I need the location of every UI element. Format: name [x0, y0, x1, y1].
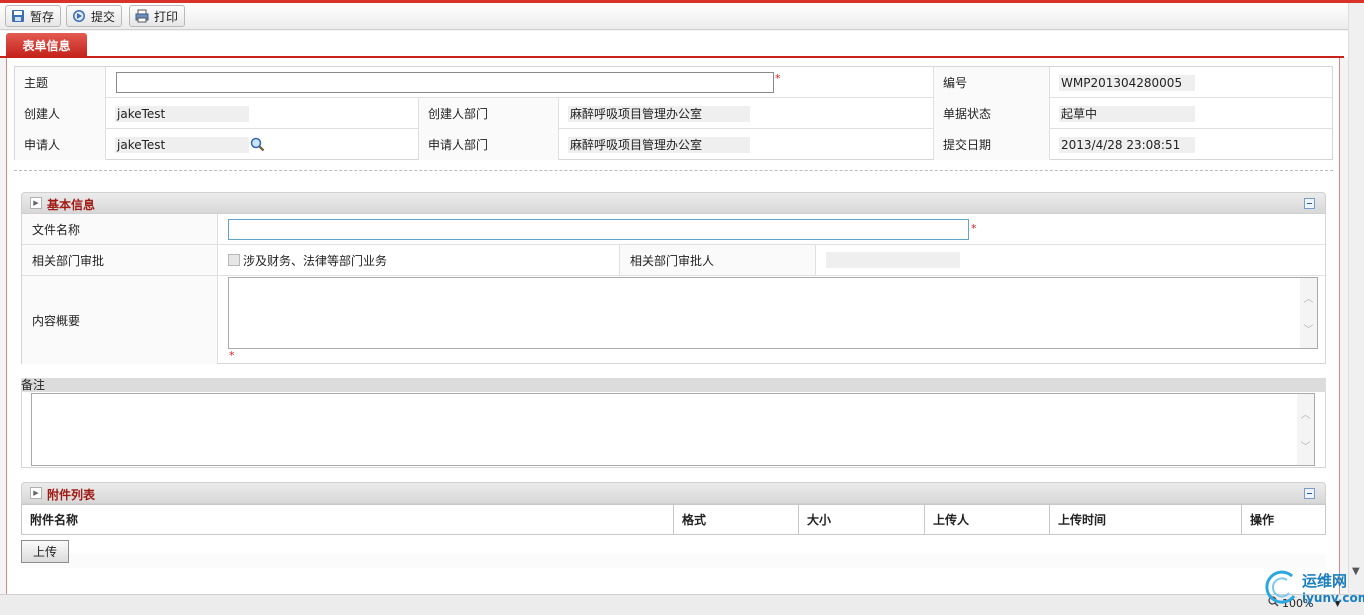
basic-info-title: 基本信息 [47, 198, 96, 212]
scroll-down-icon[interactable]: ﹀ [1304, 321, 1314, 336]
search-icon[interactable] [250, 137, 265, 152]
subject-input[interactable] [116, 72, 774, 93]
summary-textarea[interactable]: ︿ ﹀ [228, 277, 1318, 349]
required-mark: * [775, 72, 781, 85]
tab-form-info[interactable]: 表单信息 [6, 33, 87, 57]
watermark-logo: 运维网 iyunv.com [1262, 568, 1364, 606]
dept-approver-cell [816, 245, 1327, 275]
applicant-dept-value: 麻醉呼吸项目管理办公室 [568, 136, 750, 153]
printer-icon [134, 9, 149, 24]
status-value: 起草中 [1059, 105, 1195, 122]
header-row: 主题 * 编号 WMP201304280005 [15, 67, 1332, 98]
submit-button[interactable]: 提交 [66, 5, 123, 27]
save-draft-label: 暂存 [30, 9, 55, 24]
expand-arrow-icon[interactable]: ▶ [30, 197, 42, 209]
required-mark: * [971, 222, 977, 235]
submit-date-label: 提交日期 [934, 129, 1050, 160]
remark-label: 备注 [21, 378, 1326, 392]
creator-dept-value: 麻醉呼吸项目管理办公室 [568, 105, 750, 122]
dept-approval-checkbox-label: 涉及财务、法律等部门业务 [243, 253, 388, 268]
header-row: 创建人 jakeTest 创建人部门 麻醉呼吸项目管理办公室 单据状态 起草中 [15, 98, 1332, 129]
col-format: 格式 [674, 505, 799, 534]
summary-cell: ︿ ﹀ * [218, 276, 1327, 364]
scroll-up-icon[interactable]: ︿ [1304, 290, 1314, 305]
save-draft-button[interactable]: 暂存 [5, 5, 62, 27]
basic-info-form: 文件名称 * 相关部门审批 涉及财务、法律等部门业务 相关部门审批人 内容概要 [21, 214, 1326, 364]
toolbar: 暂存 提交 打印 [0, 3, 1348, 30]
header-info-table: 主题 * 编号 WMP201304280005 创建人 jakeTest 创建人… [14, 66, 1333, 160]
collapse-icon[interactable] [1304, 488, 1315, 499]
watermark-line1: 运维网 [1302, 571, 1348, 590]
subject-label: 主题 [15, 67, 106, 98]
col-uploader: 上传人 [925, 505, 1050, 534]
form-row: 相关部门审批 涉及财务、法律等部门业务 相关部门审批人 [22, 245, 1325, 276]
save-icon [10, 9, 25, 24]
applicant-dept-label: 申请人部门 [419, 129, 559, 160]
dept-approver-label: 相关部门审批人 [620, 245, 816, 275]
file-name-label: 文件名称 [22, 214, 218, 244]
attachments-panel-header[interactable]: ▶ 附件列表 [21, 482, 1326, 504]
basic-info-panel-header[interactable]: ▶ 基本信息 [21, 192, 1326, 214]
creator-cell: jakeTest [106, 98, 419, 129]
print-button[interactable]: 打印 [129, 5, 186, 27]
submit-date-cell: 2013/4/28 23:08:51 [1050, 129, 1334, 160]
attachments-title: 附件列表 [47, 488, 96, 502]
remark-textarea[interactable]: ︿ ﹀ [31, 393, 1315, 466]
submit-label: 提交 [91, 9, 116, 24]
col-attachment-name: 附件名称 [22, 505, 674, 534]
expand-arrow-icon[interactable]: ▶ [30, 487, 42, 499]
creator-value: jakeTest [115, 105, 249, 122]
upload-button[interactable]: 上传 [21, 540, 69, 563]
form-row: 内容概要 ︿ ﹀ * [22, 276, 1325, 364]
attachments-table-header: 附件名称 格式 大小 上传人 上传时间 操作 [21, 504, 1326, 535]
attachments-footer [21, 554, 1326, 568]
status-cell: 起草中 [1050, 98, 1334, 129]
tab-bar: 表单信息 [0, 31, 1348, 57]
form-content: 主题 * 编号 WMP201304280005 创建人 jakeTest 创建人… [6, 58, 1340, 595]
submit-icon [71, 9, 86, 24]
applicant-dept-cell: 麻醉呼吸项目管理办公室 [559, 129, 934, 160]
file-name-cell: * [218, 214, 1327, 244]
creator-label: 创建人 [15, 98, 106, 129]
watermark-line2: iyunv.com [1302, 590, 1364, 605]
dept-approval-cell: 涉及财务、法律等部门业务 [218, 245, 620, 275]
page-scrollbar[interactable]: ▼ [1348, 3, 1364, 593]
applicant-value: jakeTest [115, 136, 249, 153]
applicant-label: 申请人 [15, 129, 106, 160]
summary-label: 内容概要 [22, 276, 218, 364]
submit-date-value: 2013/4/28 23:08:51 [1059, 136, 1195, 153]
creator-dept-cell: 麻醉呼吸项目管理办公室 [559, 98, 934, 129]
summary-scrollbar[interactable]: ︿ ﹀ [1300, 278, 1317, 348]
scroll-down-icon[interactable]: ﹀ [1301, 438, 1311, 453]
col-size: 大小 [799, 505, 925, 534]
watermark-swirl-icon [1265, 570, 1296, 604]
form-row: 文件名称 * [22, 214, 1325, 245]
applicant-cell: jakeTest [106, 129, 419, 160]
subject-cell: * [106, 67, 934, 98]
col-actions: 操作 [1250, 513, 1275, 527]
required-mark: * [229, 349, 235, 362]
number-label: 编号 [934, 67, 1050, 98]
header-row: 申请人 jakeTest 申请人部门 麻醉呼吸项目管理办公室 提交日期 2013… [15, 129, 1332, 160]
number-cell: WMP201304280005 [1050, 67, 1334, 98]
dept-approval-checkbox[interactable] [228, 254, 240, 266]
col-upload-time: 上传时间 [1050, 505, 1242, 534]
dashed-separator [14, 170, 1333, 171]
dept-approval-label: 相关部门审批 [22, 245, 218, 275]
creator-dept-label: 创建人部门 [419, 98, 559, 129]
number-value: WMP201304280005 [1059, 74, 1195, 91]
scroll-up-icon[interactable]: ︿ [1301, 406, 1311, 421]
print-label: 打印 [154, 9, 179, 24]
file-name-input[interactable] [228, 219, 969, 240]
dept-approver-value [826, 252, 960, 268]
collapse-icon[interactable] [1304, 198, 1315, 209]
status-bar [0, 594, 1364, 615]
remark-scrollbar[interactable]: ︿ ﹀ [1297, 394, 1314, 465]
status-label: 单据状态 [934, 98, 1050, 129]
